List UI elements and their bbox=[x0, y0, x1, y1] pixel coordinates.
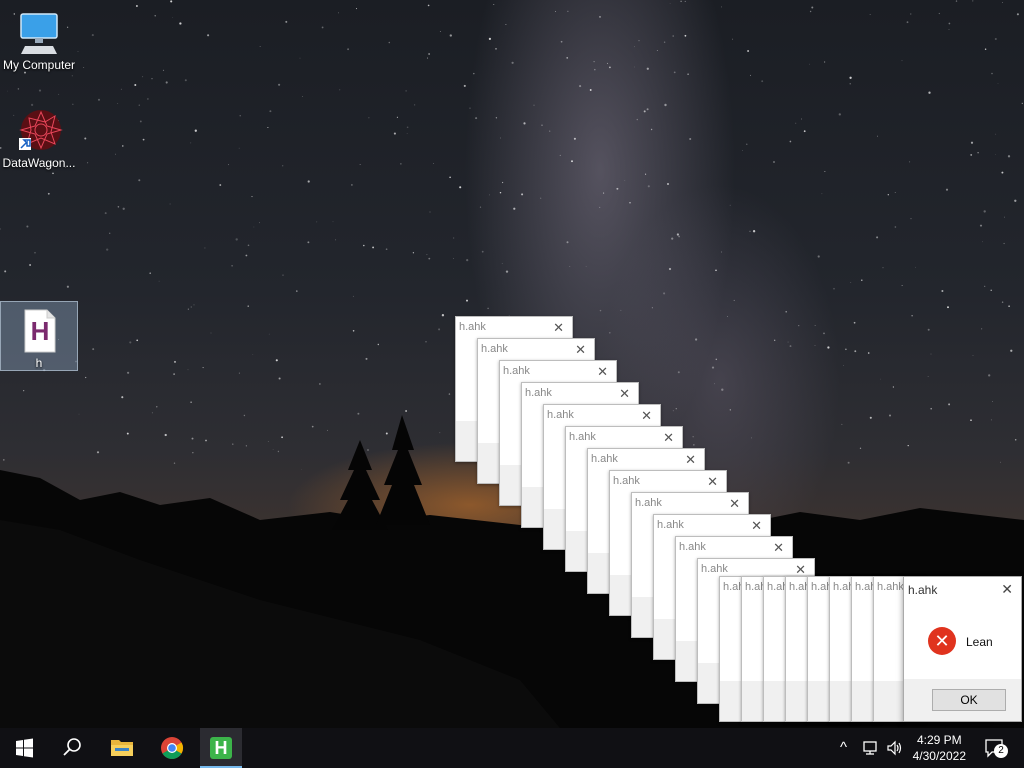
notification-center-icon[interactable]: 2 bbox=[984, 738, 1008, 758]
close-icon[interactable]: ✕ bbox=[597, 364, 608, 380]
dialog-title: h.ahk bbox=[569, 431, 596, 443]
close-icon[interactable]: ✕ bbox=[619, 386, 630, 402]
autohotkey-icon: H bbox=[210, 737, 232, 759]
close-icon[interactable]: ✕ bbox=[707, 474, 718, 490]
taskbar: H ^ 4:29 PM 4/30/2022 2 bbox=[0, 728, 1024, 768]
dialog-title: h.ahk bbox=[459, 321, 486, 333]
close-icon[interactable]: ✕ bbox=[685, 452, 696, 468]
ok-button[interactable]: OK bbox=[932, 689, 1006, 711]
close-icon[interactable]: ✕ bbox=[663, 430, 674, 446]
message-box-dialog[interactable]: h.ahk ✕ ✕ Lean OK bbox=[903, 576, 1022, 722]
computer-icon bbox=[15, 10, 63, 56]
close-icon[interactable]: ✕ bbox=[575, 342, 586, 358]
ahk-file-glyph: H bbox=[30, 316, 50, 346]
folder-icon bbox=[111, 740, 133, 756]
dialog-title: h.ahk bbox=[877, 581, 904, 593]
dialog-title: h.ahk bbox=[547, 409, 574, 421]
dialog-button-bar: OK bbox=[904, 679, 1021, 721]
close-icon[interactable]: ✕ bbox=[1001, 581, 1013, 598]
dialog-message: Lean bbox=[966, 635, 993, 649]
clock-time: 4:29 PM bbox=[916, 733, 962, 747]
dialog-title: h.ahk bbox=[908, 583, 938, 597]
close-icon[interactable]: ✕ bbox=[751, 518, 762, 534]
taskbar-autohotkey[interactable]: H bbox=[200, 728, 242, 768]
dialog-title: h.ahk bbox=[679, 541, 706, 553]
desktop-icon-label: h bbox=[35, 356, 43, 370]
close-icon[interactable]: ✕ bbox=[641, 408, 652, 424]
show-hidden-icons-chevron[interactable]: ^ bbox=[840, 739, 847, 756]
autohotkey-glyph: H bbox=[214, 738, 228, 758]
taskbar-chrome[interactable] bbox=[150, 728, 194, 768]
dialog-title: h.ahk bbox=[481, 343, 508, 355]
notification-count-badge: 2 bbox=[994, 744, 1008, 758]
search-icon[interactable] bbox=[50, 728, 94, 768]
dialog-title: h.ahk bbox=[503, 365, 530, 377]
chrome-icon bbox=[161, 737, 183, 759]
dialog-title: h.ahk bbox=[657, 519, 684, 531]
close-icon[interactable]: ✕ bbox=[729, 496, 740, 512]
close-icon[interactable]: ✕ bbox=[773, 540, 784, 556]
network-icon[interactable] bbox=[862, 740, 880, 759]
windows-start-icon[interactable] bbox=[0, 728, 48, 768]
desktop-icon-label: My Computer bbox=[2, 58, 76, 72]
error-icon: ✕ bbox=[928, 627, 956, 655]
dialog-title: h.ahk bbox=[613, 475, 640, 487]
clock-date: 4/30/2022 bbox=[912, 749, 966, 763]
desktop-icon-datawagon[interactable]: DataWagon... bbox=[0, 102, 78, 170]
dialog-title: h.ahk bbox=[591, 453, 618, 465]
desktop-icon-my-computer[interactable]: My Computer bbox=[0, 4, 78, 72]
desktop[interactable]: My Computer DataWagon... H h h.ahk ✕ h.a… bbox=[0, 0, 1024, 728]
system-clock[interactable]: 4:29 PM 4/30/2022 bbox=[913, 732, 966, 764]
desktop-icon-h-script[interactable]: H h bbox=[0, 301, 78, 371]
ahk-script-file-icon: H bbox=[15, 308, 63, 354]
taskbar-file-explorer[interactable] bbox=[100, 728, 144, 768]
volume-icon[interactable] bbox=[886, 739, 904, 760]
dialog-title: h.ahk bbox=[525, 387, 552, 399]
close-icon[interactable]: ✕ bbox=[553, 320, 564, 336]
dialog-title: h.ahk bbox=[635, 497, 662, 509]
dialog-title: h.ahk bbox=[701, 563, 728, 575]
datawagon-shortcut-icon bbox=[15, 108, 63, 154]
desktop-icon-label: DataWagon... bbox=[2, 156, 76, 170]
